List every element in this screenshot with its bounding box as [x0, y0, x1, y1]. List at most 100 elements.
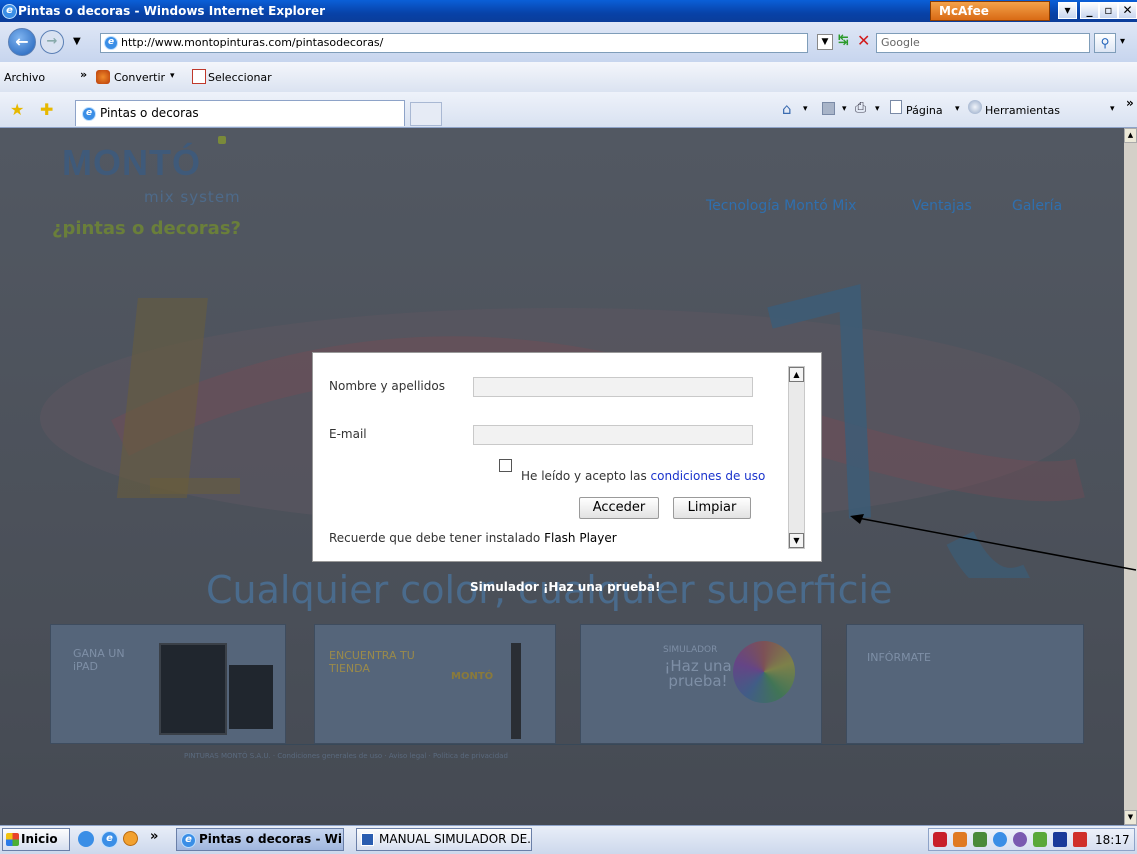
name-input[interactable]: [473, 377, 753, 397]
tray-icon-7[interactable]: [1053, 832, 1067, 847]
windows-logo-icon: [6, 833, 19, 846]
tray-icon-4[interactable]: [993, 832, 1007, 847]
add-favorites-icon[interactable]: ✚: [40, 100, 53, 119]
banner-ipad[interactable]: GANA UN iPAD: [50, 624, 286, 744]
ie-logo-icon: e: [2, 4, 17, 19]
nav-galeria[interactable]: Galería: [1012, 198, 1062, 214]
convert-icon: [96, 70, 110, 84]
banner-tienda-label: ENCUENTRA TU TIENDA: [329, 649, 415, 675]
tools-menu[interactable]: Herramientas: [985, 104, 1060, 117]
menu-archivo[interactable]: Archivo: [4, 71, 45, 84]
taskbar-ie-label: Pintas o decoras - Wi...: [199, 832, 344, 846]
tray-flag-icon[interactable]: [1073, 832, 1087, 847]
terms-link[interactable]: condiciones de uso: [651, 469, 766, 483]
terms-text: He leído y acepto las condiciones de uso: [521, 469, 765, 483]
page-menu[interactable]: Página: [906, 104, 943, 117]
close-button[interactable]: ✕: [1118, 2, 1137, 19]
tray-clock: 18:17: [1095, 833, 1130, 847]
flash-prefix: Recuerde que debe tener instalado: [329, 531, 541, 545]
dialog-scrollbar[interactable]: ▲ ▼: [788, 366, 805, 549]
nav-tecnologia[interactable]: Tecnología Montó Mix: [706, 198, 856, 214]
tools-dropdown-icon[interactable]: ▾: [1110, 104, 1115, 114]
taskbar-word-label: MANUAL SIMULADOR DE...: [379, 832, 532, 846]
page-dropdown-icon[interactable]: ▾: [955, 104, 960, 114]
taskbar-ie-icon: e: [181, 833, 196, 848]
convertir-dropdown-icon[interactable]: ▾: [170, 71, 175, 81]
mcafee-tray-icon[interactable]: [933, 832, 947, 847]
logo-leaf-icon: [218, 136, 226, 144]
refresh-icon[interactable]: ↹: [838, 33, 856, 51]
tray-icon-5[interactable]: [1013, 832, 1027, 847]
minimize-button[interactable]: _: [1080, 2, 1099, 19]
dropdown-window-button[interactable]: ▾: [1058, 2, 1077, 19]
email-label: E-mail: [329, 427, 367, 441]
terms-prefix: He leído y acepto las: [521, 469, 647, 483]
maximize-button[interactable]: ▫: [1099, 2, 1118, 19]
banner-info-label: INFÓRMATE: [867, 651, 931, 664]
home-icon[interactable]: ⌂: [782, 100, 792, 118]
mcafee-button[interactable]: McAfee: [930, 1, 1050, 21]
more-commands-icon[interactable]: »: [1126, 96, 1134, 110]
tools-gear-icon: [968, 100, 982, 114]
forward-button[interactable]: →: [40, 30, 64, 54]
clear-button[interactable]: Limpiar: [673, 497, 751, 519]
banner-tienda[interactable]: ENCUENTRA TU TIENDA MONTÓ: [314, 624, 556, 744]
tab-label: Pintas o decoras: [100, 106, 199, 120]
home-dropdown-icon[interactable]: ▾: [803, 104, 808, 114]
tray-icon-6[interactable]: [1033, 832, 1047, 847]
dialog-scroll-down-icon[interactable]: ▼: [789, 533, 804, 548]
nav-ventajas[interactable]: Ventajas: [912, 198, 972, 214]
footer-divider: [150, 744, 1000, 745]
banner-simulador[interactable]: SIMULADOR ¡Haz una prueba!: [580, 624, 822, 744]
taskbar-ie-window[interactable]: e Pintas o decoras - Wi...: [176, 828, 344, 851]
banner-tienda-sub: MONTÓ: [451, 671, 494, 682]
annotation-arrow: [850, 514, 1137, 571]
quicklaunch-more-icon[interactable]: »: [150, 829, 158, 844]
page-footer: PINTURAS MONTÓ S.A.U. · Condiciones gene…: [184, 752, 508, 760]
tab-pintas-o-decoras[interactable]: e Pintas o decoras: [75, 100, 405, 126]
store-sign-image: [511, 643, 521, 739]
search-placeholder: Google: [881, 36, 920, 49]
color-wheel-image: [733, 641, 795, 703]
menu-chevron-icon[interactable]: »: [80, 68, 87, 81]
feeds-dropdown-icon[interactable]: ▾: [842, 104, 847, 114]
ipad-image-2: [229, 665, 273, 729]
scroll-down-icon[interactable]: ▼: [1124, 810, 1137, 825]
new-tab-button[interactable]: [410, 102, 442, 126]
accept-button[interactable]: Acceder: [579, 497, 659, 519]
start-label: Inicio: [21, 832, 58, 846]
quicklaunch-clock-icon[interactable]: [123, 831, 138, 846]
search-options-icon[interactable]: ▾: [1120, 36, 1125, 47]
back-button[interactable]: ←: [8, 28, 36, 56]
page-icon: e: [104, 36, 118, 50]
page-scrollbar[interactable]: ▲ ▼: [1124, 128, 1137, 825]
tray-icon-2[interactable]: [953, 832, 967, 847]
start-button[interactable]: Inicio: [2, 828, 70, 851]
banner-simulador-big: ¡Haz una prueba!: [664, 657, 732, 690]
stop-icon[interactable]: ✕: [857, 31, 870, 50]
tray-icon-3[interactable]: [973, 832, 987, 847]
feeds-icon[interactable]: [822, 102, 835, 115]
history-dropdown-icon[interactable]: ▼: [73, 36, 81, 47]
menu-convertir[interactable]: Convertir: [114, 71, 165, 84]
search-icon[interactable]: ⚲: [1094, 33, 1116, 53]
dialog-scroll-up-icon[interactable]: ▲: [789, 367, 804, 382]
address-dropdown-icon[interactable]: ▼: [817, 34, 833, 50]
menu-seleccionar[interactable]: Seleccionar: [208, 71, 272, 84]
ipad-image: [159, 643, 227, 735]
tab-page-icon: e: [82, 107, 96, 121]
email-input[interactable]: [473, 425, 753, 445]
print-dropdown-icon[interactable]: ▾: [875, 104, 880, 114]
search-input[interactable]: Google: [876, 33, 1090, 53]
simulator-login-dialog: Nombre y apellidos E-mail He leído y ace…: [312, 352, 822, 562]
taskbar-word-window[interactable]: MANUAL SIMULADOR DE...: [356, 828, 532, 851]
address-bar[interactable]: e http://www.montopinturas.com/pintasode…: [100, 33, 808, 53]
quicklaunch-desktop-icon[interactable]: [78, 831, 94, 847]
quicklaunch-ie-icon[interactable]: e: [101, 831, 118, 848]
scroll-up-icon[interactable]: ▲: [1124, 128, 1137, 143]
terms-checkbox[interactable]: [499, 459, 512, 472]
favorites-star-icon[interactable]: ★: [10, 100, 24, 119]
print-icon[interactable]: ⎙: [855, 100, 866, 116]
flash-player-link[interactable]: Flash Player: [544, 531, 617, 545]
banner-info[interactable]: INFÓRMATE: [846, 624, 1084, 744]
